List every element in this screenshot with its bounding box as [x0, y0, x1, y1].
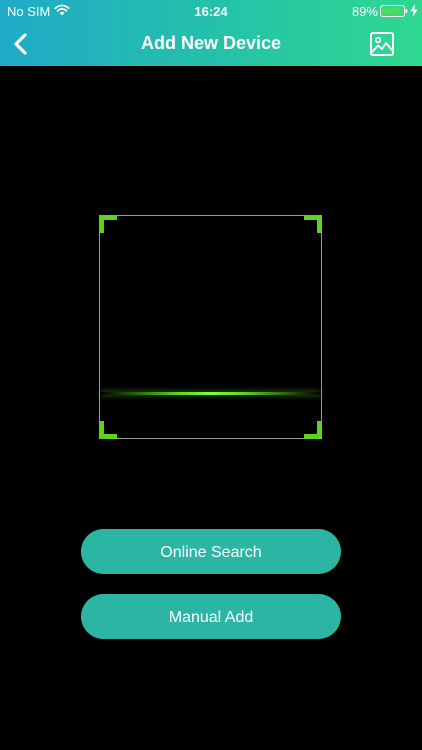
online-search-button[interactable]: Online Search — [81, 529, 341, 574]
scan-corner-top-left — [99, 215, 117, 233]
charging-bolt-icon — [410, 4, 418, 17]
status-bar: No SIM 16:24 89% — [0, 0, 422, 22]
manual-add-button[interactable]: Manual Add — [81, 594, 341, 639]
add-device-screen: No SIM 16:24 89% Add New Device Online S… — [0, 0, 422, 750]
page-title: Add New Device — [140, 33, 282, 53]
scan-corner-bottom-right — [304, 421, 322, 439]
header: No SIM 16:24 89% Add New Device — [0, 0, 422, 66]
gallery-button[interactable] — [368, 30, 396, 58]
scan-line — [100, 392, 321, 395]
qr-scan-frame — [99, 215, 322, 439]
image-icon — [370, 32, 394, 56]
nav-bar: Add New Device — [0, 22, 422, 66]
scan-corner-top-right — [304, 215, 322, 233]
battery-percent: 89% — [351, 4, 378, 19]
battery-icon — [380, 5, 408, 17]
battery-fill — [382, 7, 401, 15]
scan-corner-bottom-left — [99, 421, 117, 439]
